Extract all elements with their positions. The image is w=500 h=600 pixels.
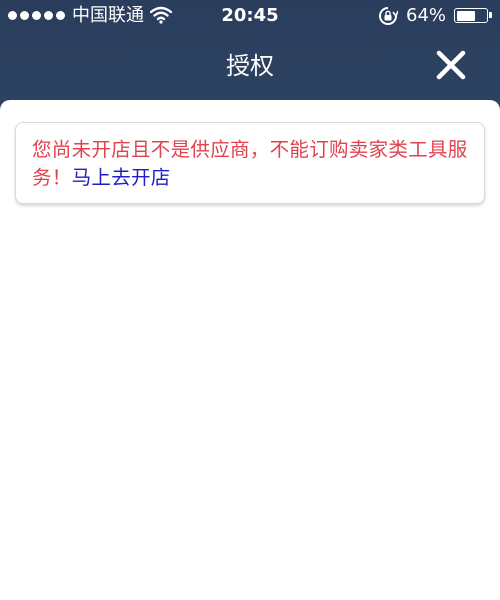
content-area: 您尚未开店且不是供应商，不能订购卖家类工具服务！马上去开店 bbox=[0, 100, 500, 600]
page-title: 授权 bbox=[226, 52, 274, 80]
notice-text: 您尚未开店且不是供应商，不能订购卖家类工具服务！马上去开店 bbox=[32, 136, 468, 192]
battery-icon bbox=[454, 8, 492, 23]
close-icon bbox=[436, 50, 466, 80]
notice-card: 您尚未开店且不是供应商，不能订购卖家类工具服务！马上去开店 bbox=[15, 122, 485, 204]
status-bar: 中国联通 20:45 64% bbox=[0, 0, 500, 32]
battery-percentage: 64% bbox=[406, 5, 447, 26]
rotation-lock-icon bbox=[378, 6, 399, 31]
battery-level-fill bbox=[456, 10, 476, 21]
close-button[interactable] bbox=[430, 46, 472, 86]
open-store-link[interactable]: 马上去开店 bbox=[72, 166, 171, 189]
app-screen: 中国联通 20:45 64% 授权 您尚未开店且不是供应商，不能订购卖家类工具服… bbox=[0, 0, 500, 600]
